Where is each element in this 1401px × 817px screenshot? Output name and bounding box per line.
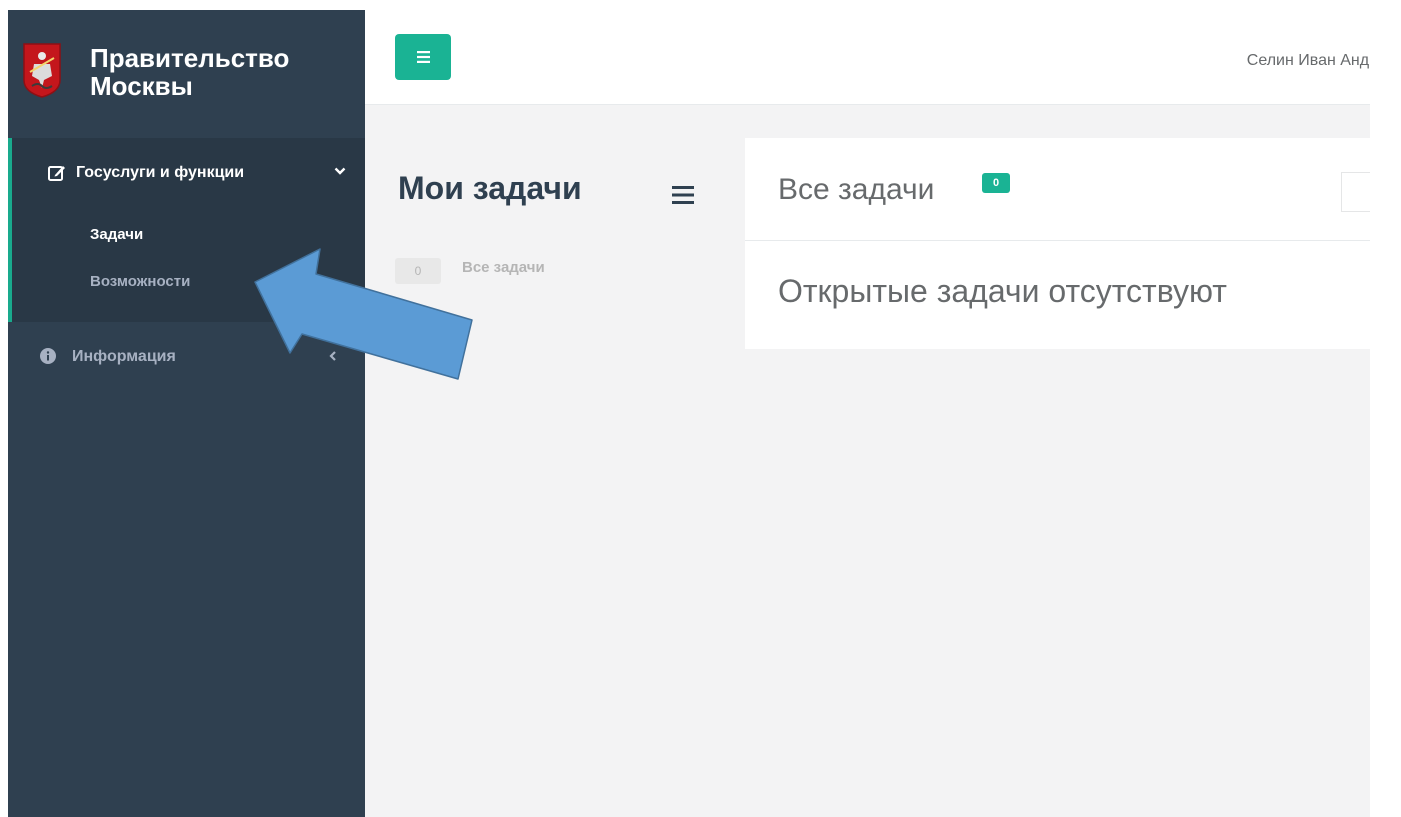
- sidebar-item-gosuslugi[interactable]: Госуслуги и функции: [48, 162, 348, 186]
- app-frame: Правительство Москвы Госуслуги и функции…: [8, 10, 1370, 817]
- brand-title: Правительство Москвы: [90, 43, 290, 101]
- sidebar-item-label: Госуслуги и функции: [76, 164, 245, 181]
- top-navbar: Селин Иван Андр: [365, 10, 1370, 105]
- moscow-coat-of-arms-icon: [23, 43, 61, 98]
- panel-title: Все задачи: [778, 173, 935, 206]
- sidebar-item-label: Информация: [72, 348, 176, 365]
- bars-icon: [417, 51, 430, 63]
- bars-icon[interactable]: [672, 186, 694, 204]
- page-title: Мои задачи: [398, 170, 582, 206]
- tasks-count-badge: 0: [982, 173, 1010, 193]
- sidebar-subitem-opportunities[interactable]: Возможности: [90, 273, 190, 290]
- search-input[interactable]: [1341, 172, 1370, 212]
- panel-header: Все задачи 0: [745, 138, 1370, 241]
- chevron-down-icon: [334, 167, 346, 175]
- user-name[interactable]: Селин Иван Андр: [1247, 52, 1370, 70]
- info-icon: [40, 348, 56, 364]
- sidebar-toggle-button[interactable]: [395, 34, 451, 80]
- empty-message: Открытые задачи отсутствуют: [778, 273, 1227, 309]
- annotation-arrow: [254, 248, 473, 380]
- brand[interactable]: Правительство Москвы: [8, 10, 365, 138]
- edit-icon: [48, 166, 65, 181]
- tasks-panel: Все задачи 0 Открытые задачи отсутствуют: [745, 138, 1370, 349]
- sidebar: Правительство Москвы Госуслуги и функции…: [8, 10, 365, 817]
- sidebar-subitem-tasks[interactable]: Задачи: [90, 226, 143, 243]
